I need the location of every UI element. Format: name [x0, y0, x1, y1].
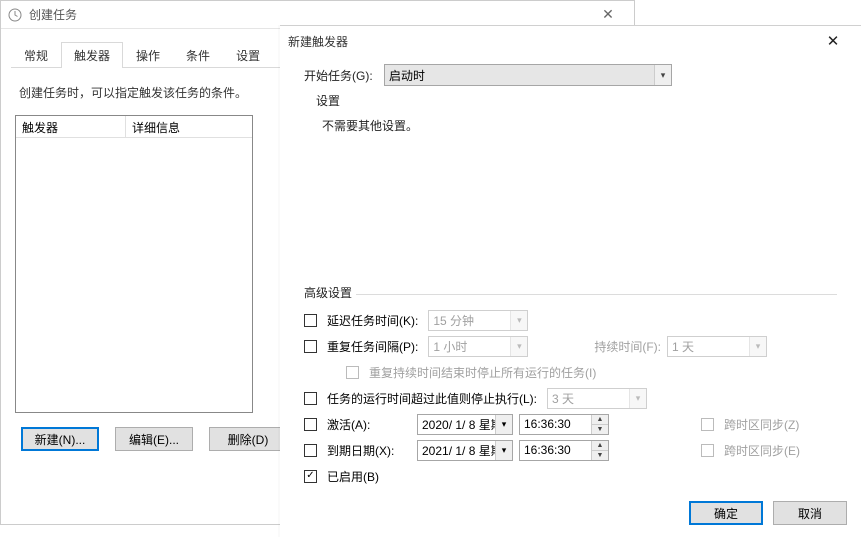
start-task-select[interactable]: 启动时 ▾ [384, 64, 672, 86]
cancel-button[interactable]: 取消 [773, 501, 847, 525]
advanced-heading: 高级设置 [304, 284, 837, 295]
new-trigger-dialog: 新建触发器 ✕ 开始任务(G): 启动时 ▾ 设置 不需要其他设置。 高级设置 … [280, 25, 861, 537]
enabled-checkbox[interactable] [304, 470, 317, 483]
repeat-select[interactable]: 1 小时 ▾ [428, 336, 528, 357]
table-header: 触发器 详细信息 [16, 116, 252, 138]
dialog-title: 新建触发器 [288, 33, 813, 50]
start-task-label: 开始任务(G): [304, 67, 384, 84]
close-icon[interactable]: ✕ [813, 32, 853, 50]
expire-tz-label: 跨时区同步(E) [724, 442, 800, 459]
chevron-down-icon: ▾ [749, 337, 766, 356]
chevron-down-icon: ▾ [629, 389, 646, 408]
stop-after-select[interactable]: 3 天 ▾ [547, 388, 647, 409]
chevron-down-icon: ▾ [495, 415, 512, 434]
expire-checkbox[interactable] [304, 444, 317, 457]
activate-checkbox[interactable] [304, 418, 317, 431]
tab-general[interactable]: 常规 [11, 42, 61, 68]
delay-select[interactable]: 15 分钟 ▾ [428, 310, 528, 331]
clock-icon [7, 7, 23, 23]
delete-button[interactable]: 删除(D) [209, 427, 287, 451]
activate-date[interactable]: 2020/ 1/ 8 星期 ▾ [417, 414, 513, 435]
triggers-table[interactable]: 触发器 详细信息 [15, 115, 253, 413]
tab-actions[interactable]: 操作 [123, 42, 173, 68]
repeat-checkbox[interactable] [304, 340, 317, 353]
expire-tz-checkbox [701, 444, 714, 457]
delay-label: 延迟任务时间(K): [327, 312, 418, 329]
ok-button[interactable]: 确定 [689, 501, 763, 525]
stop-after-checkbox[interactable] [304, 392, 317, 405]
start-task-value: 启动时 [389, 67, 425, 84]
settings-heading: 设置 [316, 92, 837, 109]
duration-select[interactable]: 1 天 ▾ [667, 336, 767, 357]
expire-label: 到期日期(X): [327, 442, 411, 459]
activate-label: 激活(A): [327, 416, 411, 433]
repeat-label: 重复任务间隔(P): [327, 338, 418, 355]
stop-all-checkbox [346, 366, 359, 379]
chevron-down-icon: ▾ [495, 441, 512, 460]
chevron-down-icon: ▾ [510, 311, 527, 330]
chevron-down-icon: ▾ [510, 337, 527, 356]
activate-tz-label: 跨时区同步(Z) [724, 416, 799, 433]
stop-all-label: 重复持续时间结束时停止所有运行的任务(I) [369, 364, 596, 381]
duration-label: 持续时间(F): [594, 338, 661, 355]
spinner-icon[interactable]: ▲▼ [591, 415, 608, 434]
dialog-titlebar: 新建触发器 ✕ [280, 26, 861, 56]
enabled-label: 已启用(B) [327, 468, 379, 485]
expire-date[interactable]: 2021/ 1/ 8 星期 ▾ [417, 440, 513, 461]
activate-tz-checkbox [701, 418, 714, 431]
tab-settings[interactable]: 设置 [223, 42, 273, 68]
delay-checkbox[interactable] [304, 314, 317, 327]
settings-message: 不需要其他设置。 [322, 117, 837, 134]
edit-button[interactable]: 编辑(E)... [115, 427, 193, 451]
window-title: 创建任务 [29, 6, 588, 23]
expire-time[interactable]: 16:36:30 ▲▼ [519, 440, 609, 461]
chevron-down-icon: ▾ [654, 65, 671, 85]
stop-after-label: 任务的运行时间超过此值则停止执行(L): [327, 390, 537, 407]
col-trigger[interactable]: 触发器 [16, 116, 126, 137]
tab-conditions[interactable]: 条件 [173, 42, 223, 68]
activate-time[interactable]: 16:36:30 ▲▼ [519, 414, 609, 435]
close-icon[interactable]: ✕ [588, 6, 628, 23]
tab-triggers[interactable]: 触发器 [61, 42, 123, 68]
new-button[interactable]: 新建(N)... [21, 427, 99, 451]
col-detail[interactable]: 详细信息 [126, 116, 252, 137]
spinner-icon[interactable]: ▲▼ [591, 441, 608, 460]
